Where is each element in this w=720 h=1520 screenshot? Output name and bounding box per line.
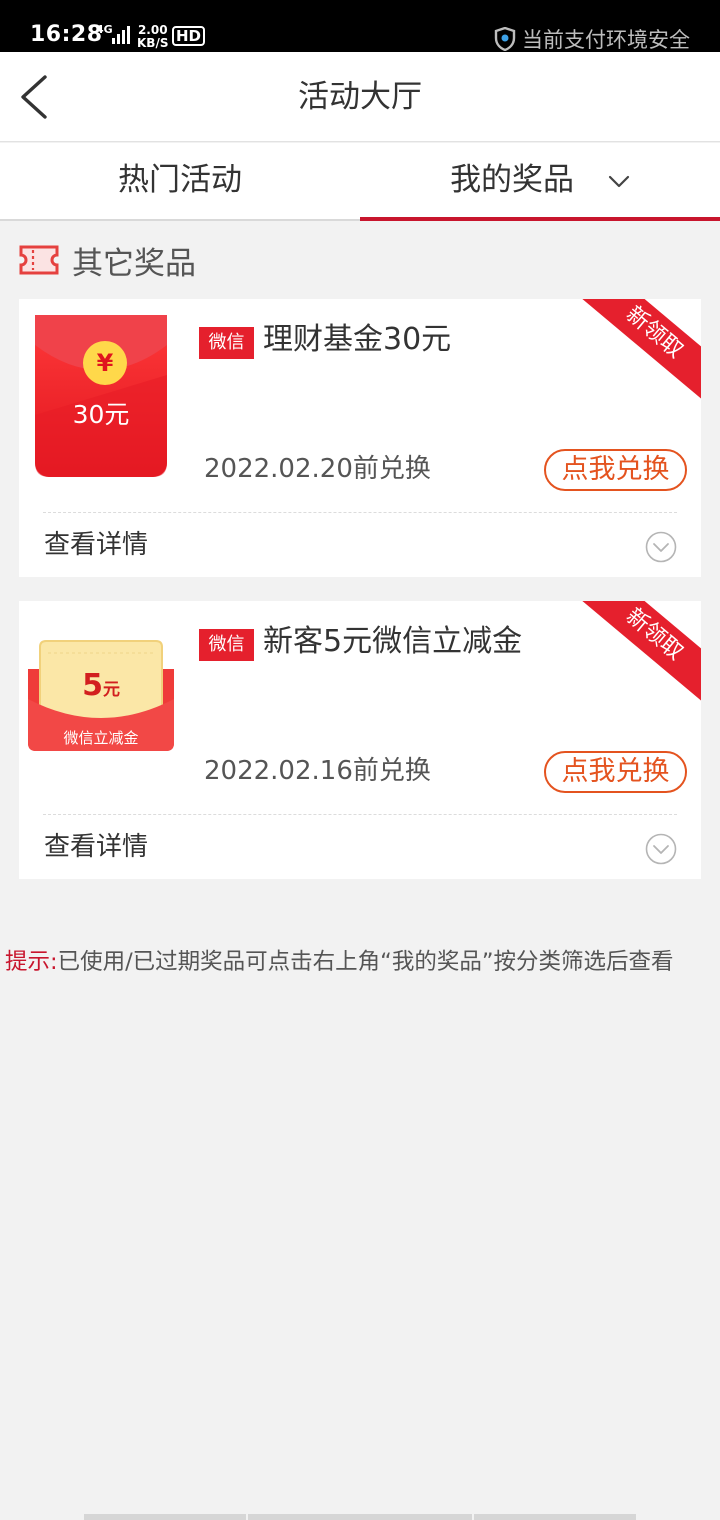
chevron-down-circle-icon[interactable] [645, 531, 677, 563]
hd-icon: HD [172, 26, 206, 46]
redeem-button[interactable]: 点我兑换 [544, 751, 687, 793]
redeem-button[interactable]: 点我兑换 [544, 449, 687, 491]
status-bar: 16:28 4G 2.00 KB/S HD 当前支付环境安全 [0, 0, 720, 52]
hint-message: 已使用/已过期奖品可点击右上角“我的奖品”按分类筛选后查看 [57, 949, 674, 975]
chevron-down-icon [608, 175, 630, 187]
hint-text: 提示:已使用/已过期奖品可点击右上角“我的奖品”按分类筛选后查看 [5, 944, 674, 980]
shield-icon [494, 27, 516, 51]
gesture-bar [84, 1514, 246, 1520]
wechat-tag: 微信 [199, 327, 254, 359]
yuan-symbol: ¥ [97, 349, 114, 377]
tab-bar: 热门活动 我的奖品 [0, 143, 720, 221]
network-type: 4G [96, 23, 113, 36]
red-envelope-image: ¥ 30元 [35, 315, 167, 477]
hint-label: 提示: [5, 949, 58, 975]
status-time: 16:28 [30, 22, 103, 47]
gesture-bar [474, 1514, 636, 1520]
new-badge: 新领取 [576, 299, 701, 403]
thumb-label: 30元 [73, 400, 130, 429]
new-badge: 新领取 [576, 601, 701, 705]
signal-icon [112, 26, 132, 44]
prize-name: 理财基金30元 [263, 322, 452, 357]
page-title: 活动大厅 [298, 79, 422, 115]
voucher-icon: 5元 微信立减金 [28, 640, 174, 751]
redeem-deadline: 2022.02.16前兑换 [204, 756, 431, 786]
security-text: 当前支付环境安全 [522, 28, 690, 52]
view-details-link[interactable]: 查看详情 [44, 825, 148, 869]
chevron-down-circle-icon[interactable] [645, 833, 677, 865]
section-title: 其它奖品 [72, 245, 196, 282]
prize-card: 5元 微信立减金 微信 新客5元微信立减金 新领取 2022.02.16前兑换 … [19, 601, 701, 879]
section-header: 其它奖品 [18, 240, 196, 282]
tab-my-prizes[interactable]: 我的奖品 [360, 143, 720, 221]
header: 活动大厅 [0, 52, 720, 142]
divider [43, 512, 677, 513]
active-tab-indicator [360, 217, 720, 221]
gesture-bar [248, 1514, 472, 1520]
wechat-tag: 微信 [199, 629, 254, 661]
ticket-icon [19, 245, 59, 275]
voucher-caption: 微信立减金 [63, 729, 138, 747]
tab-label: 热门活动 [118, 162, 242, 198]
network-speed: 2.00 KB/S [137, 23, 169, 50]
tab-label: 我的奖品 [450, 162, 575, 198]
voucher-image: 5元 微信立减金 [28, 639, 174, 753]
redeem-deadline: 2022.02.20前兑换 [204, 454, 431, 484]
security-status: 当前支付环境安全 [494, 24, 690, 54]
divider [43, 814, 677, 815]
prize-name: 新客5元微信立减金 [263, 624, 523, 659]
view-details-link[interactable]: 查看详情 [44, 523, 148, 567]
red-envelope-icon: ¥ 30元 [35, 315, 167, 477]
prize-card: ¥ 30元 微信 理财基金30元 新领取 2022.02.20前兑换 点我兑换 … [19, 299, 701, 577]
tab-hot-activities[interactable]: 热门活动 [0, 143, 360, 219]
